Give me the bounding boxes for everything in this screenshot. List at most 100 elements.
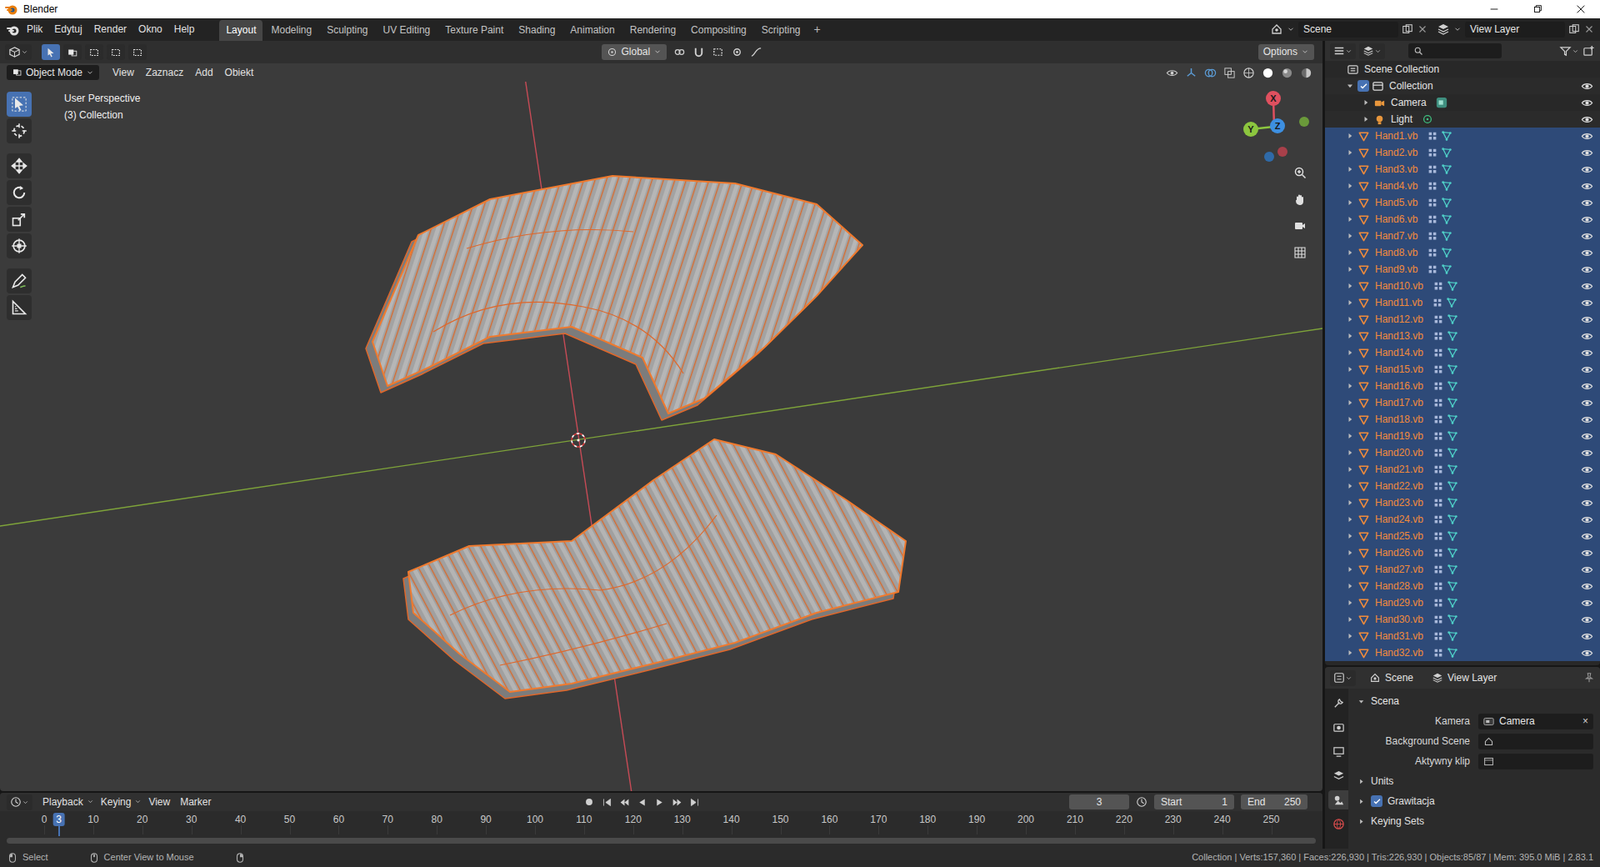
disclosure-triangle-icon[interactable]: [1345, 347, 1355, 358]
mesh-data-icon[interactable]: [1446, 480, 1459, 492]
jump-start-icon[interactable]: [601, 796, 613, 808]
modifier-icon[interactable]: [1432, 613, 1445, 625]
modifier-icon[interactable]: [1432, 496, 1445, 509]
visibility-eye-icon[interactable]: [1580, 430, 1594, 443]
outliner-row[interactable]: Hand8.vb: [1325, 244, 1600, 261]
modifier-icon[interactable]: [1432, 413, 1445, 425]
gizmo-canvas[interactable]: XYZ: [1232, 85, 1316, 169]
select-mode-button[interactable]: [63, 44, 82, 60]
disclosure-triangle-icon[interactable]: [1345, 147, 1355, 158]
mesh-data-icon[interactable]: [1440, 246, 1453, 259]
select-mode-button[interactable]: [106, 44, 125, 60]
visibility-eye-icon[interactable]: [1580, 230, 1594, 243]
editor-type-button[interactable]: [5, 44, 32, 60]
disclosure-triangle-icon[interactable]: [1345, 314, 1355, 325]
visibility-eye-icon[interactable]: [1580, 163, 1594, 176]
mesh-data-icon[interactable]: [1446, 646, 1459, 659]
outliner-row[interactable]: Scene Collection: [1325, 60, 1600, 78]
visibility-eye-icon[interactable]: [1580, 96, 1594, 110]
visibility-eye-icon[interactable]: [1580, 180, 1594, 193]
modifier-icon[interactable]: [1432, 446, 1445, 459]
camera-data-icon[interactable]: [1435, 96, 1448, 109]
proportional-icon[interactable]: [730, 45, 744, 59]
remove-icon[interactable]: [1416, 23, 1429, 35]
modifier-icon[interactable]: [1432, 380, 1445, 392]
disclosure-triangle-icon[interactable]: [1345, 447, 1355, 458]
material-shading-icon[interactable]: [1280, 66, 1294, 80]
record-icon[interactable]: [583, 795, 595, 808]
modifier-icon[interactable]: [1426, 130, 1439, 142]
mesh-data-icon[interactable]: [1440, 213, 1453, 225]
visibility-eye-icon[interactable]: [1580, 413, 1594, 426]
disclosure-triangle-icon[interactable]: [1345, 164, 1355, 175]
disclosure-triangle-icon[interactable]: [1345, 647, 1355, 658]
modifier-icon[interactable]: [1432, 396, 1445, 409]
rendered-shading-icon[interactable]: [1300, 66, 1313, 80]
outliner-row[interactable]: Hand16.vb: [1325, 377, 1600, 395]
add-workspace-button[interactable]: +: [808, 20, 825, 41]
clear-button[interactable]: ×: [1582, 715, 1589, 727]
timeline-ruler[interactable]: 0102030405060708090100110120130140150160…: [0, 810, 1323, 835]
property-field[interactable]: [1478, 733, 1594, 750]
disclosure-triangle-icon[interactable]: [1345, 597, 1355, 608]
viewport-menu-item[interactable]: Zaznacz: [140, 64, 189, 81]
modifier-icon[interactable]: [1432, 630, 1445, 642]
exclude-checkbox[interactable]: [1357, 80, 1370, 92]
minimize-button[interactable]: [1475, 0, 1514, 19]
mesh-data-icon[interactable]: [1446, 330, 1459, 342]
disclosure-triangle-icon[interactable]: [1345, 197, 1355, 208]
visibility-eye-icon[interactable]: [1580, 530, 1594, 543]
modifier-icon[interactable]: [1432, 363, 1445, 375]
viewport[interactable]: GlobalOptions Object ModeViewZaznaczAddO…: [0, 40, 1323, 791]
mesh-data-icon[interactable]: [1446, 413, 1459, 425]
disclosure-triangle-icon[interactable]: [1345, 180, 1355, 191]
disclosure-triangle-icon[interactable]: [1345, 214, 1355, 225]
modifier-icon[interactable]: [1432, 280, 1445, 292]
viewport-menu-item[interactable]: Add: [190, 64, 218, 81]
mesh-data-icon[interactable]: [1446, 363, 1459, 375]
nav-button[interactable]: [1289, 215, 1311, 237]
nav-button[interactable]: [1289, 188, 1311, 210]
previous-keyframe-icon[interactable]: [619, 796, 630, 808]
workspace-tab[interactable]: Rendering: [623, 20, 683, 41]
properties-tab-button[interactable]: [1328, 693, 1349, 713]
visibility-eye-icon[interactable]: [1580, 630, 1594, 643]
timeline-menu[interactable]: View: [143, 793, 174, 810]
disclosure-triangle-icon[interactable]: [1345, 464, 1355, 475]
modifier-icon[interactable]: [1432, 313, 1445, 325]
mesh-data-icon[interactable]: [1446, 496, 1459, 509]
modifier-icon[interactable]: [1432, 530, 1445, 542]
outliner-row[interactable]: Hand29.vb: [1325, 594, 1600, 611]
mesh-data-icon[interactable]: [1446, 630, 1459, 642]
modifier-icon[interactable]: [1426, 180, 1439, 192]
outliner-row[interactable]: Hand17.vb: [1325, 394, 1600, 411]
modifier-icon[interactable]: [1426, 263, 1439, 275]
disclosure-triangle-icon[interactable]: [1345, 330, 1355, 341]
outliner-row[interactable]: Hand21.vb: [1325, 460, 1600, 478]
visibility-eye-icon[interactable]: [1580, 446, 1594, 460]
mesh-data-icon[interactable]: [1440, 180, 1453, 192]
outliner-row[interactable]: Hand28.vb: [1325, 577, 1600, 595]
disclosure-triangle-icon[interactable]: [1345, 430, 1355, 441]
visibility-eye-icon[interactable]: [1580, 280, 1594, 293]
scene-field[interactable]: Scene: [1298, 21, 1399, 37]
outliner-row[interactable]: Hand31.vb: [1325, 627, 1600, 645]
axis-handle[interactable]: [1265, 90, 1281, 106]
play-reverse-icon[interactable]: [636, 796, 648, 808]
navigation-gizmo[interactable]: XYZ: [1232, 85, 1316, 169]
properties-editor-button[interactable]: [1330, 670, 1356, 686]
visibility-eye-icon[interactable]: [1580, 196, 1594, 210]
outliner-row[interactable]: Hand20.vb: [1325, 444, 1600, 461]
timeline-scrollbar[interactable]: [6, 837, 1316, 844]
outliner-row[interactable]: Hand27.vb: [1325, 560, 1600, 578]
dropdown-icon[interactable]: [1286, 25, 1295, 34]
workspace-tab[interactable]: Sculpting: [320, 20, 375, 41]
visibility-eye-icon[interactable]: [1580, 263, 1594, 276]
timeline-menu-item[interactable]: Keying: [95, 793, 135, 810]
new-collection-icon[interactable]: [1582, 45, 1595, 58]
outliner-row[interactable]: Hand1.vb: [1325, 127, 1600, 145]
visibility-eye-icon[interactable]: [1580, 646, 1594, 660]
outliner-row[interactable]: Hand26.vb: [1325, 544, 1600, 561]
jump-end-icon[interactable]: [689, 796, 700, 808]
tool-button[interactable]: [6, 233, 32, 259]
